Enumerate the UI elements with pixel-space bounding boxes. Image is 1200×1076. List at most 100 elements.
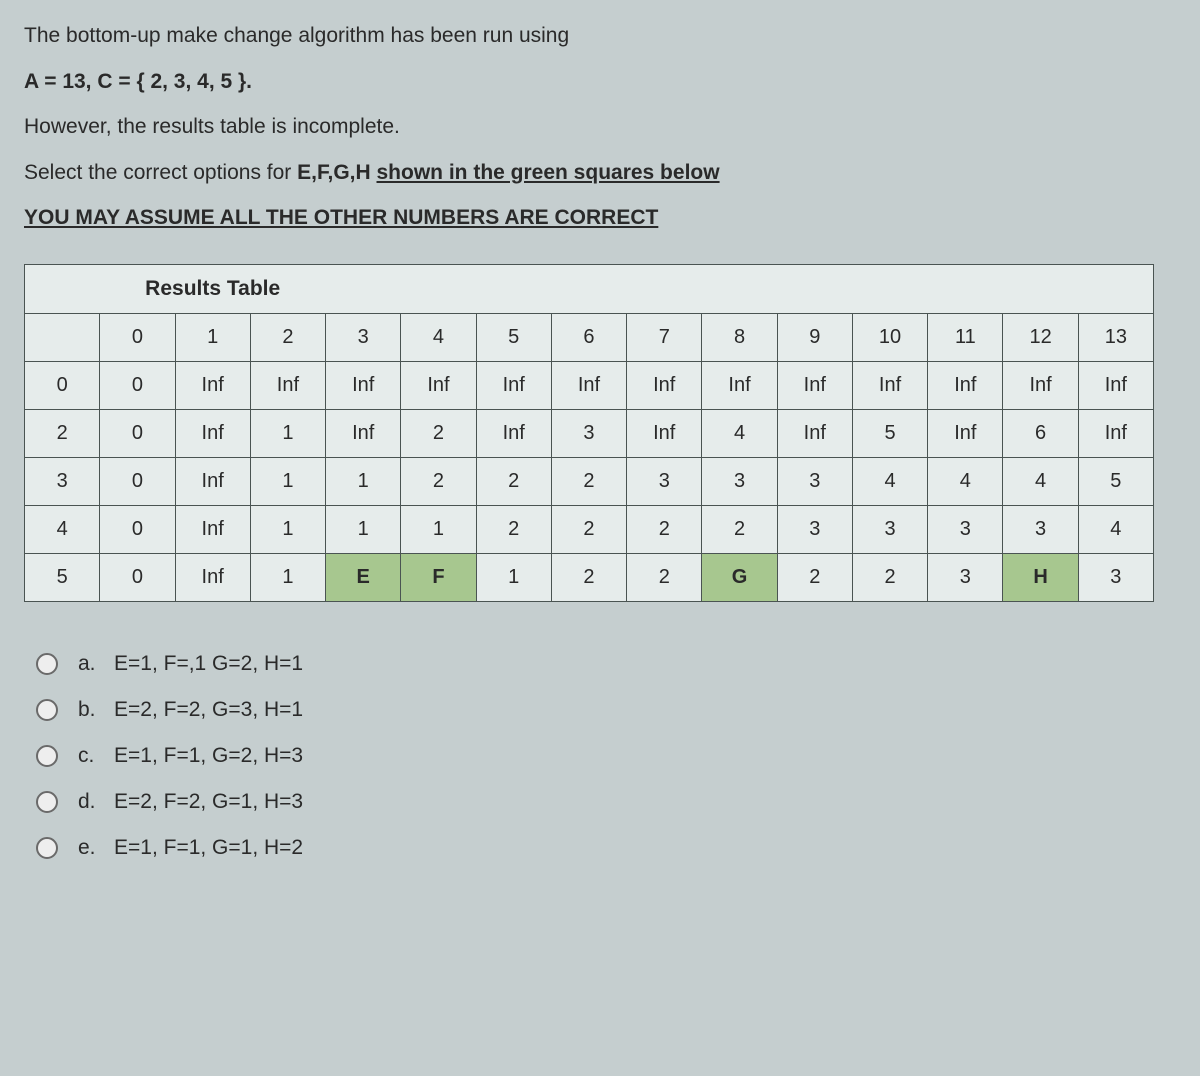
cell-5-10: 2 <box>852 553 927 601</box>
results-table-container: Results Table01234567891011121300InfInfI… <box>24 264 1176 602</box>
cell-3-6: 2 <box>551 457 626 505</box>
cell-2-8: 4 <box>702 409 777 457</box>
cell-2-2: 1 <box>250 409 325 457</box>
option-a[interactable]: a. E=1, F=,1 G=2, H=1 <box>36 652 1176 676</box>
cell-2-3: Inf <box>326 409 401 457</box>
cell-3-10: 4 <box>852 457 927 505</box>
cell-4-9: 3 <box>777 505 852 553</box>
cell-5-7: 2 <box>627 553 702 601</box>
cell-3-1: Inf <box>175 457 250 505</box>
table-title-pad <box>1078 264 1153 313</box>
option-e[interactable]: e. E=1, F=1, G=1, H=2 <box>36 836 1176 860</box>
row-label-5: 5 <box>25 553 100 601</box>
table-title-pad <box>928 264 1003 313</box>
cell-4-7: 2 <box>627 505 702 553</box>
option-d[interactable]: d.E=2, F=2, G=1, H=3 <box>36 790 1176 814</box>
cell-2-5: Inf <box>476 409 551 457</box>
col-header-9: 9 <box>777 313 852 361</box>
table-title-pad <box>476 264 551 313</box>
cell-3-9: 3 <box>777 457 852 505</box>
radio-b[interactable] <box>36 699 58 721</box>
option-letter: c. <box>78 744 98 768</box>
col-header-4: 4 <box>401 313 476 361</box>
table-title-pad <box>627 264 702 313</box>
cell-5-3: E <box>326 553 401 601</box>
cell-4-12: 3 <box>1003 505 1078 553</box>
option-letter: b. <box>78 698 98 722</box>
cell-4-10: 3 <box>852 505 927 553</box>
table-title-pad <box>551 264 626 313</box>
cell-5-1: Inf <box>175 553 250 601</box>
cell-5-5: 1 <box>476 553 551 601</box>
cell-4-2: 1 <box>250 505 325 553</box>
cell-0-5: Inf <box>476 361 551 409</box>
answer-options: a. E=1, F=,1 G=2, H=1 b.E=2, F=2, G=3, H=1… <box>36 652 1176 860</box>
table-title-pad <box>1003 264 1078 313</box>
cell-2-9: Inf <box>777 409 852 457</box>
cell-2-1: Inf <box>175 409 250 457</box>
cell-0-9: Inf <box>777 361 852 409</box>
question-text: The bottom-up make change algorithm has … <box>24 20 1176 234</box>
cell-5-9: 2 <box>777 553 852 601</box>
cell-2-0: 0 <box>100 409 175 457</box>
cell-0-11: Inf <box>928 361 1003 409</box>
table-title-pad <box>702 264 777 313</box>
col-header-11: 11 <box>928 313 1003 361</box>
option-c[interactable]: c. E=1, F=1, G=2, H=3 <box>36 744 1176 768</box>
results-table: Results Table01234567891011121300InfInfI… <box>24 264 1154 602</box>
table-title-pad <box>326 264 401 313</box>
col-header-5: 5 <box>476 313 551 361</box>
cell-0-4: Inf <box>401 361 476 409</box>
cell-2-12: 6 <box>1003 409 1078 457</box>
cell-3-13: 5 <box>1078 457 1153 505</box>
option-text: E=1, F=,1 G=2, H=1 <box>114 652 303 676</box>
col-header-6: 6 <box>551 313 626 361</box>
cell-4-3: 1 <box>326 505 401 553</box>
question-line-2: A = 13, C = { 2, 3, 4, 5 }. <box>24 66 1176 98</box>
question-line-5: YOU MAY ASSUME ALL THE OTHER NUMBERS ARE… <box>24 202 1176 234</box>
option-text: E=1, F=1, G=1, H=2 <box>114 836 303 860</box>
col-header-12: 12 <box>1003 313 1078 361</box>
radio-a[interactable] <box>36 653 58 675</box>
question-line-1: The bottom-up make change algorithm has … <box>24 20 1176 52</box>
option-letter: a. <box>78 652 98 676</box>
cell-4-13: 4 <box>1078 505 1153 553</box>
cell-3-0: 0 <box>100 457 175 505</box>
row-label-0: 0 <box>25 361 100 409</box>
radio-c[interactable] <box>36 745 58 767</box>
col-header-2: 2 <box>250 313 325 361</box>
option-b[interactable]: b.E=2, F=2, G=3, H=1 <box>36 698 1176 722</box>
cell-4-4: 1 <box>401 505 476 553</box>
radio-e[interactable] <box>36 837 58 859</box>
cell-4-5: 2 <box>476 505 551 553</box>
cell-4-6: 2 <box>551 505 626 553</box>
row-header-blank <box>25 313 100 361</box>
cell-0-6: Inf <box>551 361 626 409</box>
table-title-pad <box>852 264 927 313</box>
question-line-3: However, the results table is incomplete… <box>24 111 1176 143</box>
cell-3-3: 1 <box>326 457 401 505</box>
cell-3-2: 1 <box>250 457 325 505</box>
cell-4-0: 0 <box>100 505 175 553</box>
table-title: Results Table <box>100 264 326 313</box>
radio-d[interactable] <box>36 791 58 813</box>
option-text: E=1, F=1, G=2, H=3 <box>114 744 303 768</box>
cell-2-7: Inf <box>627 409 702 457</box>
cell-0-0: 0 <box>100 361 175 409</box>
option-letter: e. <box>78 836 98 860</box>
cell-5-11: 3 <box>928 553 1003 601</box>
row-label-3: 3 <box>25 457 100 505</box>
cell-4-8: 2 <box>702 505 777 553</box>
cell-0-1: Inf <box>175 361 250 409</box>
cell-2-4: 2 <box>401 409 476 457</box>
option-letter: d. <box>78 790 98 814</box>
cell-3-5: 2 <box>476 457 551 505</box>
table-title-pad <box>777 264 852 313</box>
cell-4-11: 3 <box>928 505 1003 553</box>
row-label-2: 2 <box>25 409 100 457</box>
cell-0-13: Inf <box>1078 361 1153 409</box>
cell-0-2: Inf <box>250 361 325 409</box>
cell-3-8: 3 <box>702 457 777 505</box>
col-header-3: 3 <box>326 313 401 361</box>
cell-5-4: F <box>401 553 476 601</box>
